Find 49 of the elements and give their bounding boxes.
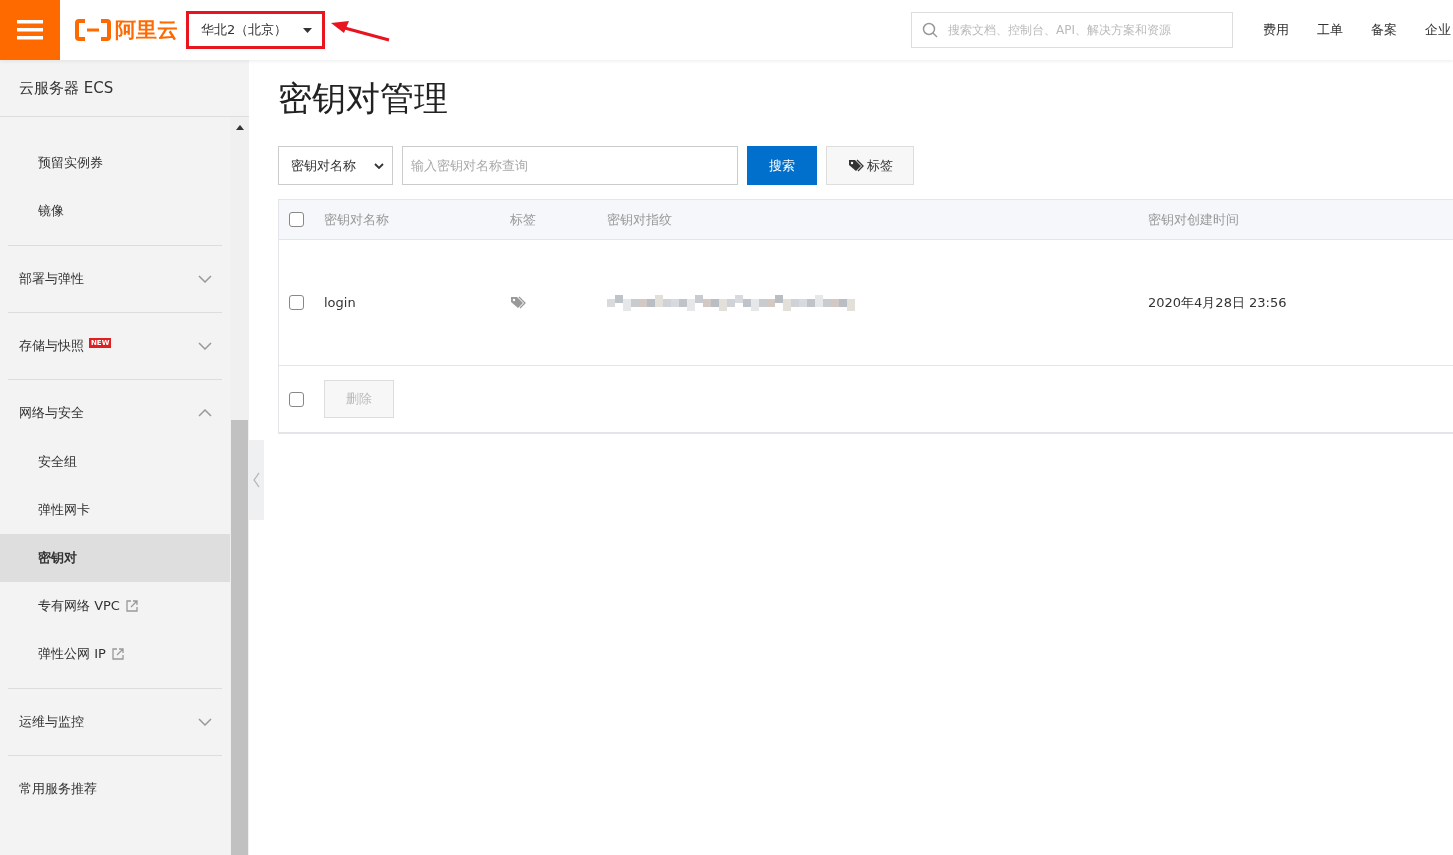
header-link[interactable]: 备案 bbox=[1371, 21, 1397, 39]
query-field[interactable]: 输入密钥对名称查询 bbox=[402, 146, 738, 185]
scroll-up-icon bbox=[235, 125, 244, 130]
sidebar-item[interactable]: 专有网络 VPC bbox=[0, 582, 230, 630]
chevron-down-icon bbox=[374, 162, 384, 169]
search-field[interactable]: 搜索文档、控制台、API、解决方案和资源 bbox=[911, 12, 1233, 48]
collapse-handle[interactable] bbox=[249, 440, 264, 520]
sidebar-item[interactable]: 密钥对 bbox=[0, 534, 230, 582]
sidebar-item[interactable]: 镜像 bbox=[0, 187, 230, 235]
tag-icon bbox=[510, 295, 527, 310]
caret-icon bbox=[303, 27, 312, 33]
group-label: 常用服务推荐 bbox=[19, 780, 97, 798]
sidebar-group[interactable]: 常用服务推荐 bbox=[8, 756, 222, 822]
checkbox[interactable] bbox=[289, 212, 304, 227]
table-cell-text: 2020年4月28日 23:56 bbox=[1148, 293, 1288, 312]
header-link[interactable]: 费用 bbox=[1263, 21, 1289, 39]
column-header: 密钥对指纹 bbox=[607, 210, 673, 229]
sidebar-item[interactable]: 弹性公网 IP bbox=[0, 630, 230, 678]
sidebar-title: 云服务器 ECS bbox=[0, 60, 249, 117]
column-header: 密钥对名称 bbox=[324, 210, 390, 229]
column-header: 密钥对创建时间 bbox=[1148, 210, 1240, 229]
checkbox[interactable] bbox=[289, 391, 304, 407]
region-select[interactable]: 华北2（北京） bbox=[186, 11, 325, 49]
filter-select[interactable]: 密钥对名称 bbox=[278, 146, 393, 185]
column-header: 标签 bbox=[510, 210, 537, 229]
external-link-icon bbox=[111, 648, 124, 660]
annotation-arrow bbox=[329, 18, 391, 42]
table-cell-text: login bbox=[324, 295, 357, 310]
group-label: 存储与快照 bbox=[19, 337, 84, 355]
checkbox[interactable] bbox=[289, 295, 304, 310]
menu-icon bbox=[17, 20, 43, 40]
group-label: 部署与弹性 bbox=[19, 270, 84, 288]
page-title: 密钥对管理 bbox=[278, 77, 449, 120]
chevron-left-icon bbox=[253, 472, 260, 488]
sidebar-item[interactable]: 预留实例券 bbox=[0, 139, 230, 187]
search-button[interactable]: 搜索 bbox=[747, 146, 817, 185]
header-link[interactable]: 工单 bbox=[1317, 21, 1343, 39]
header-link[interactable]: 企业 bbox=[1425, 21, 1451, 39]
logo-text: 阿里云 bbox=[115, 17, 178, 44]
external-link-icon bbox=[125, 600, 138, 612]
sidebar-group[interactable]: 运维与监控 bbox=[8, 689, 222, 755]
tag-icon bbox=[847, 158, 865, 173]
sidebar-group[interactable]: 部署与弹性 bbox=[8, 246, 222, 312]
group-label: 运维与监控 bbox=[19, 713, 84, 731]
logo-icon bbox=[75, 19, 111, 41]
menu-button[interactable] bbox=[0, 0, 60, 60]
group-label: 网络与安全 bbox=[19, 404, 84, 422]
sidebar-item[interactable]: 弹性网卡 bbox=[0, 486, 230, 534]
tag-button[interactable]: 标签 bbox=[826, 146, 914, 185]
